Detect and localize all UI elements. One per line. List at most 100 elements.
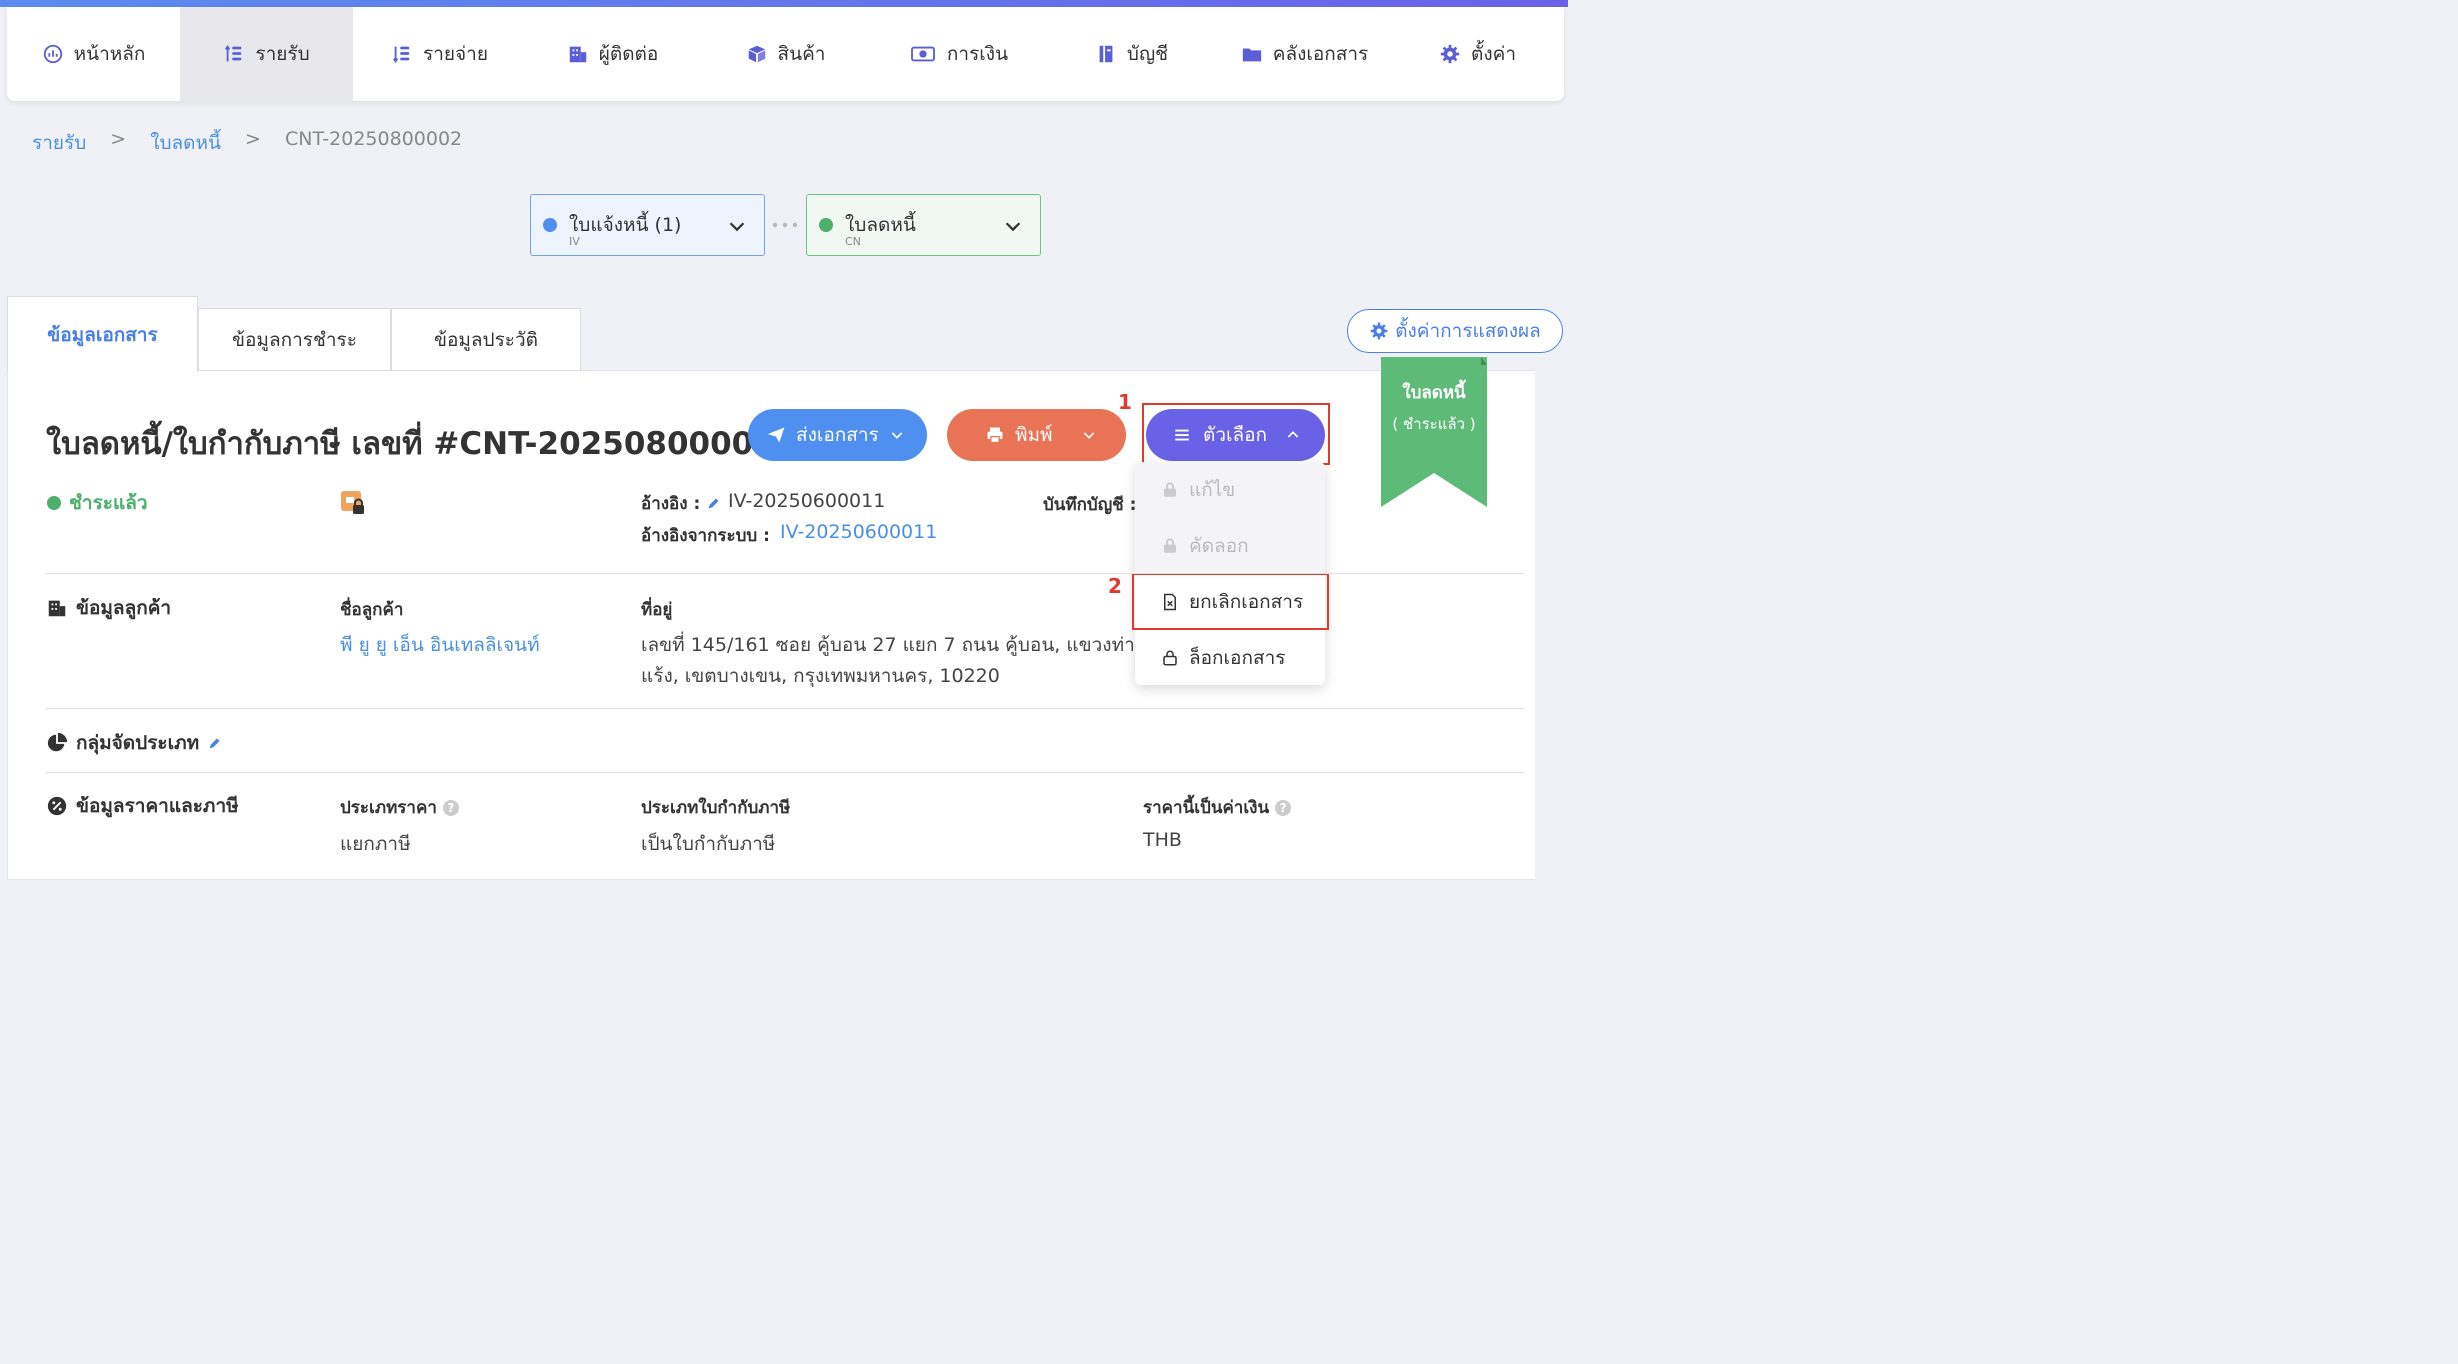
annotation-box-options xyxy=(1142,403,1330,465)
page-title: ใบลดหนี้/ใบกำกับภาษี เลขที่ #CNT-2025080… xyxy=(46,418,802,468)
gear-icon xyxy=(1440,44,1460,64)
tab-history-info[interactable]: ข้อมูลประวัติ xyxy=(391,308,581,371)
chevron-down-icon xyxy=(1005,222,1021,232)
breadcrumb-separator: > xyxy=(245,128,261,150)
system-reference-link[interactable]: IV-20250600011 xyxy=(780,521,937,543)
nav-accounting[interactable]: บัญชี xyxy=(1045,7,1218,101)
tax-type-value: เป็นใบกำกับภาษี xyxy=(641,833,776,855)
price-type-label-text: ประเภทราคา xyxy=(340,798,437,818)
status-dot xyxy=(47,496,61,510)
help-icon[interactable]: ? xyxy=(442,800,459,816)
nav-income[interactable]: รายรับ xyxy=(180,7,353,101)
pie-chart-icon xyxy=(47,732,68,752)
customer-name-link[interactable]: พี ยู ยู เอ็น อินเทลลิเจนท์ xyxy=(340,630,540,660)
tab-document-info[interactable]: ข้อมูลเอกสาร xyxy=(7,296,198,372)
price-type-label: ประเภทราคา? xyxy=(340,794,459,821)
chevron-down-icon xyxy=(729,222,745,232)
pricing-section-heading: ข้อมูลราคาและภาษี xyxy=(46,791,239,821)
chevron-down-icon xyxy=(891,432,903,439)
customer-section-title: ข้อมูลลูกค้า xyxy=(76,597,172,619)
tab-payment-info[interactable]: ข้อมูลการชำระ xyxy=(198,308,391,371)
nav-finance[interactable]: การเงิน xyxy=(872,7,1045,101)
nav-accounting-label: บัญชี xyxy=(1126,43,1169,65)
currency-label: ราคานี้เป็นค่าเงิน? xyxy=(1143,794,1292,821)
reference-label-text: อ้างอิง : xyxy=(641,494,701,514)
send-document-button[interactable]: ส่งเอกสาร xyxy=(748,409,927,461)
dashboard-icon xyxy=(43,44,62,64)
printer-icon xyxy=(987,427,1003,444)
menu-item-edit-label: แก้ไข xyxy=(1189,479,1236,501)
building-icon xyxy=(48,600,66,617)
print-label: พิมพ์ xyxy=(1015,424,1053,446)
nav-documents-label: คลังเอกสาร xyxy=(1272,43,1369,65)
address-line-2: แร้ง, เขตบางเขน, กรุงเทพมหานคร, 10220 xyxy=(641,665,1000,687)
flow-credit-note-code: CN xyxy=(845,235,861,248)
ribbon-title: ใบลดหนี้ xyxy=(1402,383,1466,403)
percent-badge-icon xyxy=(47,796,67,816)
gear-icon xyxy=(1370,322,1388,340)
lock-icon xyxy=(1164,482,1176,497)
main-navbar: หน้าหลัก รายรับ รายจ่าย ผู้ติดต่อ สินค้า… xyxy=(7,7,1564,101)
pencil-icon[interactable] xyxy=(706,496,721,511)
tab-bar: ข้อมูลเอกสาร ข้อมูลการชำระ ข้อมูลประวัติ xyxy=(7,296,581,372)
print-button[interactable]: พิมพ์ xyxy=(947,409,1126,461)
nav-home[interactable]: หน้าหลัก xyxy=(7,7,180,101)
coins-up-icon xyxy=(225,45,242,62)
nav-income-label: รายรับ xyxy=(255,43,310,65)
locked-badge-icon xyxy=(341,491,364,514)
folder-icon xyxy=(1242,48,1261,62)
nav-settings-label: ตั้งค่า xyxy=(1471,43,1516,65)
category-section-heading: กลุ่มจัดประเภท xyxy=(46,728,222,758)
display-settings-label: ตั้งค่าการแสดงผล xyxy=(1395,320,1541,342)
annotation-number-1: 1 xyxy=(1118,390,1132,414)
top-accent-strip xyxy=(0,0,1568,7)
reference-label: อ้างอิง : xyxy=(641,490,721,517)
status-text: ชำระแล้ว xyxy=(69,492,148,514)
status-dot xyxy=(819,218,833,232)
menu-item-lock-document[interactable]: ล็อกเอกสาร xyxy=(1135,630,1325,686)
menu-item-copy-label: คัดลอก xyxy=(1189,535,1249,557)
nav-contacts[interactable]: ผู้ติดต่อ xyxy=(526,7,699,101)
paper-plane-icon xyxy=(767,427,785,443)
breadcrumb-income[interactable]: รายรับ xyxy=(32,128,86,158)
currency-value: THB xyxy=(1143,829,1182,851)
divider xyxy=(46,708,1524,709)
breadcrumb-credit-note[interactable]: ใบลดหนี้ xyxy=(150,128,221,158)
pencil-icon[interactable] xyxy=(207,736,222,751)
flow-invoice-dropdown[interactable]: ใบแจ้งหนี้ (1) IV xyxy=(530,194,765,256)
nav-documents[interactable]: คลังเอกสาร xyxy=(1218,7,1391,101)
pricing-section-title: ข้อมูลราคาและภาษี xyxy=(76,795,239,817)
nav-home-label: หน้าหลัก xyxy=(73,43,146,65)
status-ribbon: ใบลดหนี้ ( ชำระแล้ว ) xyxy=(1381,357,1487,507)
customer-name-label: ชื่อลูกค้า xyxy=(340,600,404,620)
help-icon[interactable]: ? xyxy=(1275,800,1292,816)
customer-section-heading: ข้อมูลลูกค้า xyxy=(46,593,171,623)
nav-settings[interactable]: ตั้งค่า xyxy=(1391,7,1564,101)
display-settings-button[interactable]: ตั้งค่าการแสดงผล xyxy=(1347,309,1563,353)
send-document-label: ส่งเอกสาร xyxy=(796,424,879,446)
category-section-title: กลุ่มจัดประเภท xyxy=(76,732,200,754)
breadcrumb: รายรับ > ใบลดหนี้ > CNT-20250800002 xyxy=(32,128,462,158)
menu-item-edit[interactable]: แก้ไข xyxy=(1135,462,1325,518)
flow-connector xyxy=(770,222,800,228)
address-line-1: เลขที่ 145/161 ซอย คู้บอน 27 แยก 7 ถนน ค… xyxy=(641,634,1135,656)
lock-icon xyxy=(1164,538,1176,553)
flow-credit-note-dropdown[interactable]: ใบลดหนี้ CN xyxy=(806,194,1041,256)
page-title-text: ใบลดหนี้/ใบกำกับภาษี เลขที่ #CNT-2025080… xyxy=(46,426,775,462)
menu-item-copy[interactable]: คัดลอก xyxy=(1135,518,1325,574)
divider xyxy=(46,573,1524,574)
nav-expense[interactable]: รายจ่าย xyxy=(353,7,526,101)
breadcrumb-separator: > xyxy=(110,128,127,150)
lock-icon xyxy=(1163,650,1177,666)
status-dot xyxy=(543,218,557,232)
nav-finance-label: การเงิน xyxy=(946,43,1009,65)
reference-value: IV-20250600011 xyxy=(728,490,886,512)
flow-invoice-code: IV xyxy=(569,235,580,248)
system-reference-label: อ้างอิงจากระบบ : xyxy=(641,526,770,546)
menu-item-lock-label: ล็อกเอกสาร xyxy=(1189,647,1286,669)
breadcrumb-current: CNT-20250800002 xyxy=(284,128,463,150)
tax-type-label: ประเภทใบกำกับภาษี xyxy=(641,798,791,818)
ledger-icon xyxy=(1099,45,1113,63)
money-icon xyxy=(911,46,935,62)
nav-products[interactable]: สินค้า xyxy=(699,7,872,101)
